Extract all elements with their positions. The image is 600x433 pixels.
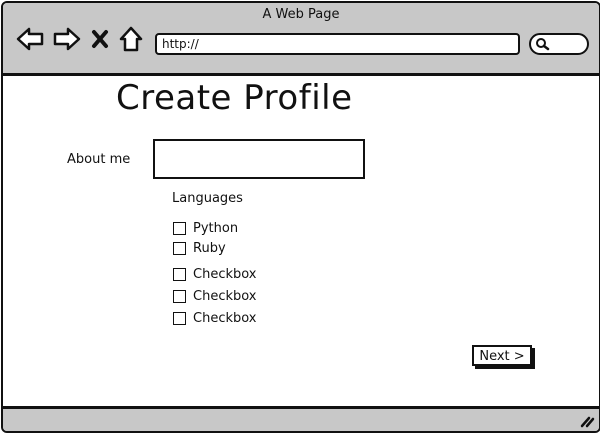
checkbox-square[interactable] [173, 267, 186, 281]
languages-label: Languages [172, 191, 243, 206]
window-title: A Web Page [262, 7, 340, 22]
checkbox-label: Python [193, 220, 239, 236]
checkbox-square[interactable] [173, 241, 186, 255]
search-box[interactable] [529, 33, 589, 55]
forward-arrow-icon[interactable] [53, 25, 81, 53]
about-me-field[interactable] [153, 139, 365, 179]
checkbox-label: Checkbox [193, 288, 257, 304]
checkbox-item[interactable]: Checkbox [173, 266, 257, 282]
page-content: Create Profile About me Languages Python… [3, 76, 599, 406]
checkbox-label: Checkbox [193, 310, 257, 326]
checkbox-item[interactable]: Checkbox [173, 310, 257, 326]
home-icon[interactable] [118, 25, 144, 53]
checkbox-square[interactable] [173, 221, 186, 235]
status-bar [3, 406, 599, 431]
browser-window: A Web Page http:// Create Profile About … [1, 1, 600, 433]
search-icon [536, 38, 550, 51]
back-arrow-icon[interactable] [16, 25, 44, 53]
checkbox-square[interactable] [173, 311, 186, 325]
close-icon[interactable] [89, 25, 111, 53]
checkbox-label: Ruby [193, 240, 226, 256]
browser-toolbar: A Web Page http:// [3, 3, 599, 76]
next-button[interactable]: Next > [472, 345, 532, 366]
about-me-label: About me [67, 152, 131, 167]
checkbox-python[interactable]: Python [173, 220, 238, 236]
checkbox-square[interactable] [173, 289, 186, 303]
checkbox-ruby[interactable]: Ruby [173, 240, 226, 256]
page-title: Create Profile [116, 78, 353, 118]
address-bar[interactable]: http:// [155, 33, 520, 55]
resize-grip-icon[interactable] [579, 414, 595, 428]
checkbox-item[interactable]: Checkbox [173, 288, 257, 304]
checkbox-label: Checkbox [193, 266, 257, 282]
